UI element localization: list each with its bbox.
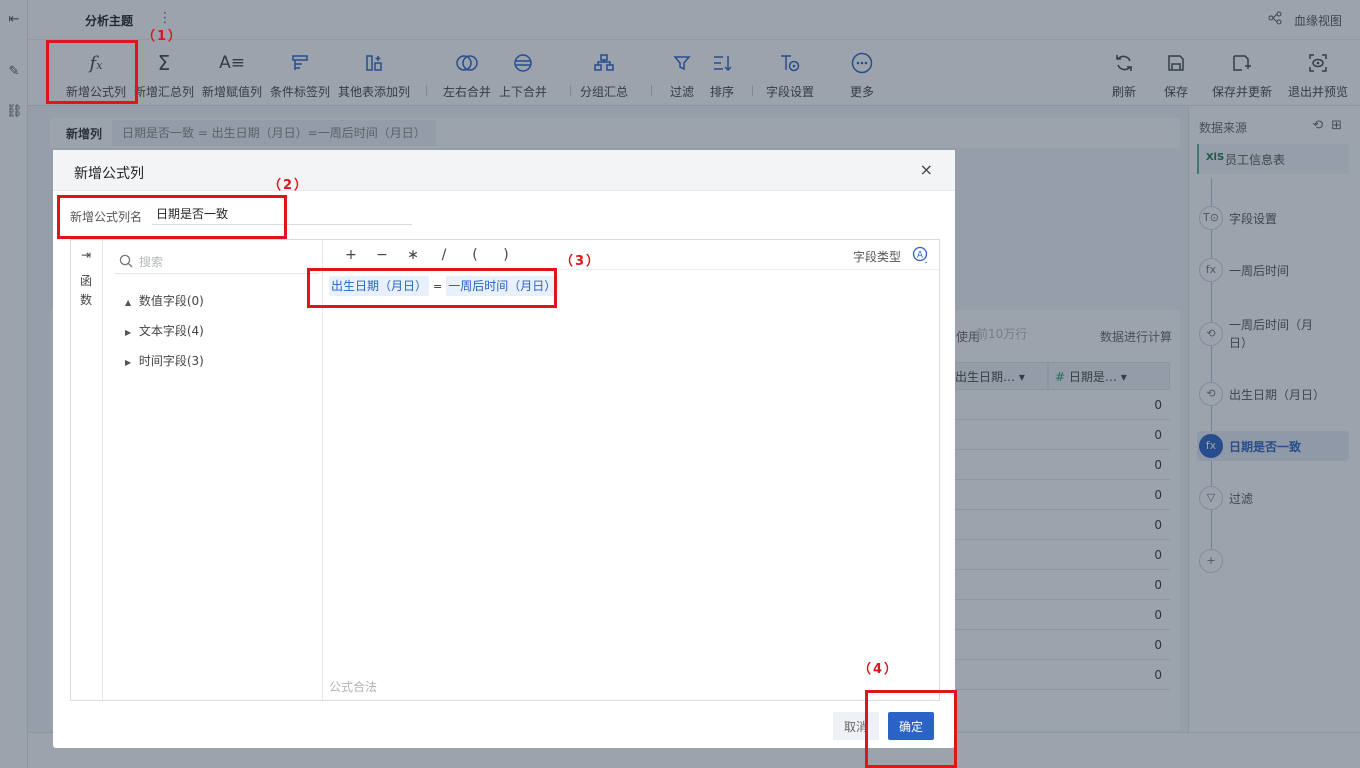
validation-status: 公式合法 bbox=[329, 680, 378, 694]
tree-text-fields[interactable]: ▶ 文本字段(4) bbox=[125, 322, 204, 339]
annotation-box-3 bbox=[307, 268, 557, 308]
function-tab-char: 函 bbox=[80, 274, 93, 288]
search-icon bbox=[119, 254, 133, 268]
tree-time-fields[interactable]: ▶ 时间字段(3) bbox=[125, 352, 204, 369]
expand-arrow-icon[interactable]: ⇥ bbox=[81, 248, 91, 262]
search-box bbox=[115, 250, 319, 274]
operator-divide[interactable]: / bbox=[435, 246, 453, 264]
dialog-title: 新增公式列 bbox=[74, 166, 144, 182]
close-icon[interactable]: × bbox=[920, 160, 933, 179]
operator-plus[interactable]: + bbox=[342, 246, 360, 264]
operator-right-paren[interactable]: ) bbox=[497, 246, 515, 264]
formula-editor: ⇥ 函数 ▲ 数值字段(0) ▶ 文本字段(4) ▶ 时间字段(3) + − ∗… bbox=[70, 239, 940, 701]
add-formula-column-dialog: 新增公式列 × 新增公式列名 ⇥ 函数 ▲ 数值字段(0) ▶ 文本字段(4) … bbox=[53, 150, 955, 748]
svg-text:A: A bbox=[917, 251, 924, 261]
annotation-box-2 bbox=[57, 195, 287, 239]
tree-numeric-fields[interactable]: ▲ 数值字段(0) bbox=[125, 292, 204, 309]
operator-multiply[interactable]: ∗ bbox=[404, 246, 422, 264]
search-input[interactable] bbox=[139, 252, 309, 272]
function-tab-label: 函数 bbox=[80, 272, 92, 310]
operator-minus[interactable]: − bbox=[373, 246, 391, 264]
field-type-icon[interactable]: A bbox=[911, 246, 929, 264]
annotation-label-3: （3） bbox=[560, 254, 602, 269]
annotation-label-1: （1） bbox=[142, 29, 184, 44]
field-type-label: 字段类型 bbox=[852, 250, 901, 264]
annotation-box-1 bbox=[46, 40, 138, 104]
function-tab[interactable]: ⇥ 函数 bbox=[71, 240, 103, 700]
field-pane: ▲ 数值字段(0) ▶ 文本字段(4) ▶ 时间字段(3) bbox=[103, 240, 323, 700]
dialog-header: 新增公式列 × bbox=[53, 150, 955, 191]
function-tab-char: 数 bbox=[80, 293, 93, 307]
annotation-label-2: （2） bbox=[268, 178, 310, 193]
formula-pane: + − ∗ / ( ) 字段类型 A 出生日期（月日） = 一周后时间（月日） 公式… bbox=[323, 240, 939, 700]
annotation-label-4: （4） bbox=[858, 662, 900, 677]
annotation-box-4 bbox=[865, 690, 957, 768]
operator-left-paren[interactable]: ( bbox=[466, 246, 484, 264]
operator-bar: + − ∗ / ( ) 字段类型 A bbox=[323, 240, 939, 270]
